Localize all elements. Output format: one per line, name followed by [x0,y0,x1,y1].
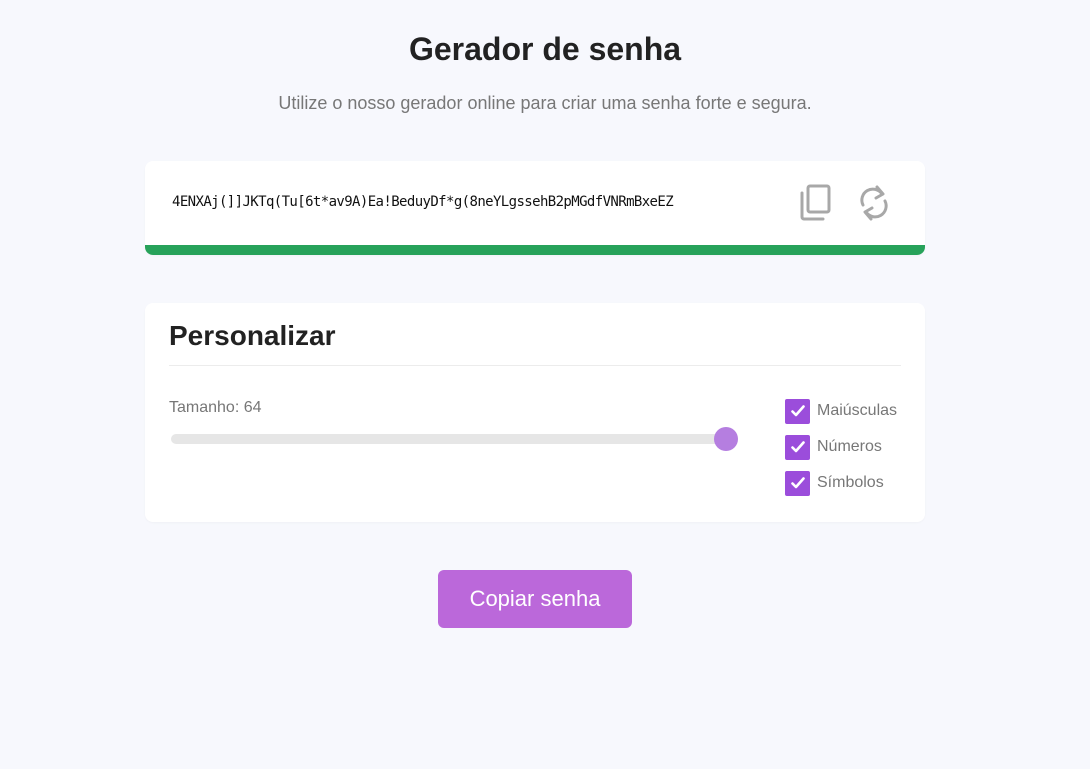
check-icon [790,441,805,453]
symbols-label: Símbolos [817,474,884,491]
check-icon [790,477,805,489]
generated-password[interactable]: 4ENXAj(]]JKTq(Tu[6t*av9A)Ea!BeduyDf*g(8n… [172,194,674,210]
symbols-checkbox[interactable] [785,470,810,496]
slider-track [171,434,727,444]
option-numbers[interactable]: Números [785,434,897,460]
slider-thumb[interactable] [714,427,738,451]
check-icon [790,405,805,417]
copy-password-button[interactable] [795,181,835,225]
length-label: Tamanho: 64 [169,399,262,416]
numbers-label: Números [817,438,882,455]
copy-icon [800,184,831,221]
page-title: Gerador de senha [408,31,682,67]
option-uppercase[interactable]: Maiúsculas [785,398,897,424]
character-options: Maiúsculas Números Símbolos [785,398,897,506]
regenerate-password-button[interactable] [854,181,894,225]
uppercase-checkbox[interactable] [785,398,810,424]
customize-title: Personalizar [169,320,336,351]
page-subtitle: Utilize o nosso gerador online para cria… [278,93,812,113]
copy-password-main-button[interactable]: Copiar senha [438,570,632,628]
password-card: 4ENXAj(]]JKTq(Tu[6t*av9A)Ea!BeduyDf*g(8n… [145,161,925,255]
refresh-icon [860,185,888,221]
option-symbols[interactable]: Símbolos [785,470,897,496]
uppercase-label: Maiúsculas [817,402,898,419]
password-strength-bar [145,245,925,255]
numbers-checkbox[interactable] [785,434,810,460]
divider [169,365,901,366]
customize-card: Personalizar Tamanho: 64 Maiúsculas Núme… [145,303,925,522]
length-slider[interactable] [169,427,739,451]
